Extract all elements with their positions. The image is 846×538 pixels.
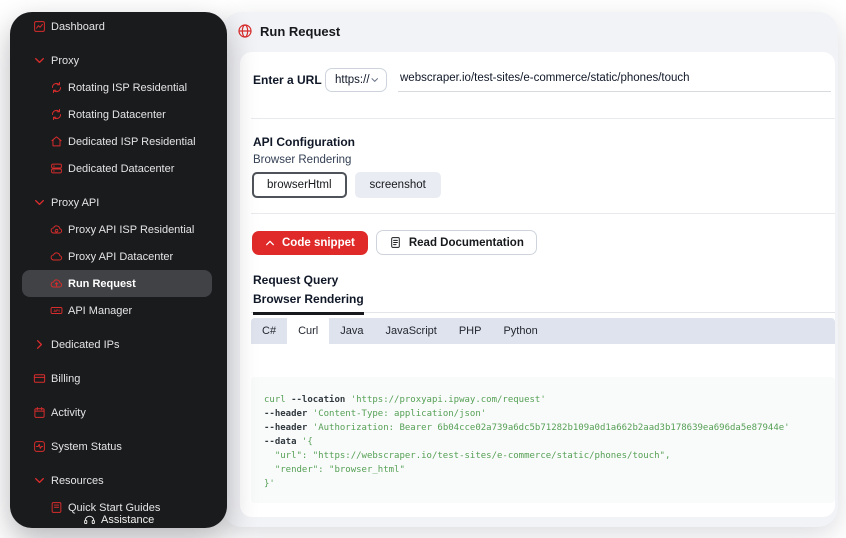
read-documentation-label: Read Documentation [409,237,524,249]
sidebar-item-label: Dedicated ISP Residential [68,136,196,148]
sidebar-item-billing[interactable]: Billing [22,365,212,392]
tab-javascript[interactable]: JavaScript [374,318,447,344]
rotate-icon [50,81,63,94]
sidebar-item-label: Dashboard [51,21,105,33]
cloud-upload-icon [50,277,63,290]
main-panel: Run Request Enter a URL https:// API Con… [222,12,838,527]
request-query-title: Request Query [253,273,338,287]
sidebar-item-label: Rotating ISP Residential [68,82,187,94]
read-documentation-button[interactable]: Read Documentation [376,230,537,255]
sidebar-item-system-status[interactable]: System Status [22,433,212,460]
language-tabs: C#CurlJavaJavaScriptPHPPython [251,318,835,344]
tab-c[interactable]: C# [251,318,287,344]
server-icon [50,162,63,175]
sidebar-item-proxy[interactable]: Proxy [22,47,212,74]
cloud-icon [50,250,63,263]
page-header: Run Request [237,18,340,44]
code-line: --header 'Authorization: Bearer 6b04cce0… [264,421,827,435]
api-config-title: API Configuration [253,135,355,149]
sidebar-item-label: Proxy API [51,197,99,209]
sidebar-item-label: Rotating Datacenter [68,109,166,121]
sidebar-item-label: Proxy API ISP Residential [68,224,194,236]
url-input[interactable] [398,68,831,92]
chevron-down-icon [370,75,379,85]
divider [251,213,835,214]
code-line: "url": "https://webscraper.io/test-sites… [264,449,827,463]
sidebar-item-rotating-datacenter[interactable]: Rotating Datacenter [22,101,212,128]
code-snippet-label: Code snippet [282,237,355,249]
sidebar-item-run-request[interactable]: Run Request [22,270,212,297]
rotate-icon [50,108,63,121]
chevron-right-icon [33,338,46,351]
option-browserhtml[interactable]: browserHtml [252,172,347,198]
globe-icon [237,23,253,39]
protocol-value: https:// [335,74,370,86]
content-card: Enter a URL https:// API Configuration B… [240,52,835,517]
sidebar-item-label: Run Request [68,278,136,290]
code-snippet-button[interactable]: Code snippet [252,231,368,255]
svg-text:API: API [53,309,59,313]
sidebar-item-label: System Status [51,441,122,453]
action-row: Code snippet Read Documentation [252,230,537,255]
option-screenshot[interactable]: screenshot [355,172,441,198]
sidebar-item-label: Proxy [51,55,79,67]
card-icon [33,372,46,385]
sidebar-item-dedicated-ips[interactable]: Dedicated IPs [22,331,212,358]
tab-java[interactable]: Java [329,318,374,344]
render-options: browserHtml screenshot [252,172,441,198]
code-line: }' [264,477,827,491]
divider [251,118,835,119]
sidebar-item-label: Dedicated Datacenter [68,163,174,175]
calendar-icon [33,406,46,419]
sidebar-item-label: Resources [51,475,104,487]
code-line: --data '{ [264,435,827,449]
sidebar: Dashboard Proxy Rotating ISP Residential Ro… [10,12,227,528]
page-title: Run Request [260,24,340,39]
chevron-down-icon [33,54,46,67]
sidebar-item-dashboard[interactable]: Dashboard [22,13,212,40]
tab-php[interactable]: PHP [448,318,493,344]
sidebar-item-activity[interactable]: Activity [22,399,212,426]
headset-icon [83,513,96,526]
protocol-select[interactable]: https:// [325,68,387,92]
cloud-rotate-icon [50,223,63,236]
document-icon [389,236,402,249]
sidebar-item-api-manager[interactable]: API API Manager [22,297,212,324]
chevron-down-icon [33,474,46,487]
sidebar-item-label: API Manager [68,305,132,317]
code-line: --header 'Content-Type: application/json… [264,407,827,421]
chevron-up-icon [265,238,275,248]
sidebar-item-label: Billing [51,373,80,385]
sidebar-item-proxy-api-datacenter[interactable]: Proxy API Datacenter [22,243,212,270]
tab-python[interactable]: Python [492,318,548,344]
api-badge-icon: API [50,304,63,317]
sidebar-item-rotating-isp-residential[interactable]: Rotating ISP Residential [22,74,212,101]
tab-browser-rendering[interactable]: Browser Rendering [253,292,364,315]
sidebar-item-label: Assistance [101,514,154,526]
url-label: Enter a URL [253,73,325,87]
sidebar-item-label: Activity [51,407,86,419]
api-config-subtitle: Browser Rendering [253,154,351,166]
code-block: curl --location 'https://proxyapi.ipway.… [251,377,835,503]
sidebar-item-proxy-api[interactable]: Proxy API [22,189,212,216]
sidebar-item-dedicated-isp-residential[interactable]: Dedicated ISP Residential [22,128,212,155]
code-line: "render": "browser_html" [264,463,827,477]
chevron-down-icon [33,196,46,209]
sidebar-item-assistance[interactable]: Assistance [22,506,212,528]
sidebar-item-resources[interactable]: Resources [22,467,212,494]
code-line: curl --location 'https://proxyapi.ipway.… [264,393,827,407]
pulse-icon [33,440,46,453]
sidebar-item-label: Proxy API Datacenter [68,251,173,263]
home-icon [50,135,63,148]
sidebar-item-dedicated-datacenter[interactable]: Dedicated Datacenter [22,155,212,182]
sidebar-item-label: Dedicated IPs [51,339,119,351]
chart-icon [33,20,46,33]
sidebar-item-proxy-api-isp-residential[interactable]: Proxy API ISP Residential [22,216,212,243]
tab-curl[interactable]: Curl [287,318,329,344]
url-row: Enter a URL https:// [253,65,831,95]
